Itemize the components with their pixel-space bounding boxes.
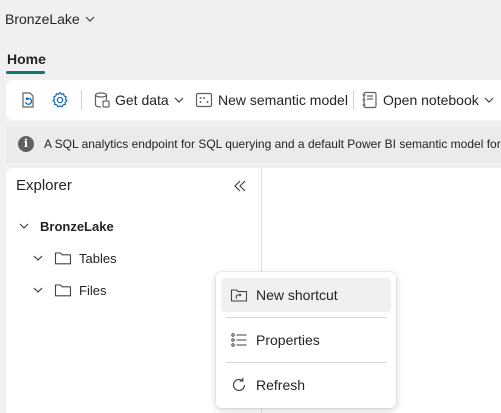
database-icon — [94, 92, 110, 108]
tab-active-indicator — [6, 71, 45, 74]
gear-icon — [52, 91, 68, 108]
shortcut-icon — [230, 289, 248, 302]
open-notebook-button[interactable]: Open notebook — [360, 80, 495, 120]
tab-home[interactable]: Home — [7, 51, 46, 67]
tree-item-label: Tables — [79, 250, 117, 266]
workspace-name[interactable]: BronzeLake — [5, 11, 80, 27]
info-banner: i A SQL analytics endpoint for SQL query… — [6, 126, 501, 163]
chevron-down-icon — [174, 97, 184, 103]
tree-item-bronzelake[interactable]: BronzeLake — [18, 216, 114, 236]
refresh-doc-icon — [22, 92, 34, 108]
refresh-button[interactable] — [18, 80, 38, 120]
menu-item-refresh[interactable]: Refresh — [221, 368, 391, 402]
context-menu: New shortcut Properties Refresh — [216, 272, 396, 408]
notebook-icon — [362, 91, 377, 109]
toolbar-divider — [81, 90, 82, 110]
properties-list-icon — [231, 333, 247, 347]
folder-icon — [54, 252, 72, 265]
get-data-button[interactable]: Get data — [92, 80, 185, 120]
menu-item-label: Refresh — [256, 377, 306, 393]
new-semantic-model-label: New semantic model — [218, 92, 348, 108]
semantic-model-icon — [195, 92, 213, 108]
menu-separator — [226, 362, 386, 363]
get-data-label: Get data — [115, 92, 169, 108]
tree-item-files[interactable]: Files — [32, 280, 106, 300]
open-notebook-label: Open notebook — [383, 92, 479, 108]
collapse-pane-icon[interactable] — [233, 179, 247, 193]
menu-item-label: Properties — [256, 332, 320, 348]
new-semantic-model-button[interactable]: New semantic model — [194, 80, 348, 120]
title-bar: BronzeLake — [0, 0, 501, 40]
folder-icon — [54, 284, 72, 297]
menu-separator — [226, 317, 386, 318]
toolbar-divider — [353, 90, 354, 110]
refresh-icon — [232, 377, 246, 391]
info-icon: i — [18, 136, 34, 152]
chevron-down-icon — [484, 97, 494, 103]
menu-item-new-shortcut[interactable]: New shortcut — [221, 278, 391, 312]
chevron-down-icon — [19, 223, 29, 229]
chevron-down-icon[interactable] — [84, 13, 96, 25]
tree-item-label: Files — [79, 282, 107, 298]
info-message: A SQL analytics endpoint for SQL queryin… — [44, 137, 501, 151]
tree-item-tables[interactable]: Tables — [32, 248, 117, 268]
menu-item-properties[interactable]: Properties — [221, 323, 391, 357]
settings-button[interactable] — [50, 80, 70, 120]
tree-root-label: BronzeLake — [40, 218, 114, 234]
chevron-down-icon — [33, 287, 43, 293]
explorer-title: Explorer — [16, 177, 72, 194]
chevron-down-icon — [33, 255, 43, 261]
menu-item-label: New shortcut — [256, 287, 338, 303]
ribbon-toolbar: Get data New semantic model Open noteboo… — [6, 80, 501, 120]
